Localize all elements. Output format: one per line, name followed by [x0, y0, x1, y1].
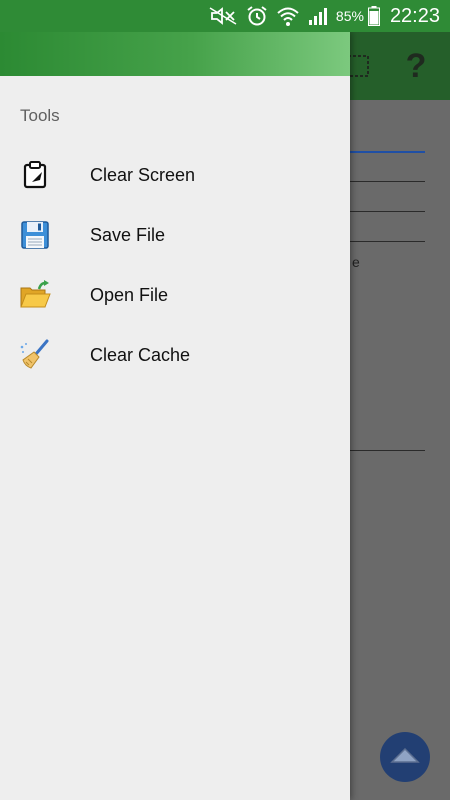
- scroll-up-button[interactable]: [380, 732, 430, 782]
- mute-icon: [208, 6, 238, 26]
- wifi-icon: [276, 5, 300, 27]
- floppy-disk-icon: [18, 218, 52, 252]
- battery-icon: [367, 6, 380, 26]
- partial-text: e: [352, 254, 360, 270]
- menu-item-clear-cache[interactable]: Clear Cache: [0, 325, 350, 385]
- menu-item-open-file[interactable]: Open File: [0, 265, 350, 325]
- menu-item-clear-screen[interactable]: Clear Screen: [0, 145, 350, 205]
- help-button[interactable]: ?: [398, 47, 434, 85]
- status-bar: 85% 22:23: [0, 0, 450, 32]
- navigation-drawer: Tools Clear Screen Save File Open File C…: [0, 32, 350, 800]
- divider: [350, 151, 425, 153]
- clipboard-icon: [18, 158, 52, 192]
- divider: [350, 450, 425, 451]
- divider: [350, 181, 425, 182]
- chevron-up-icon: [390, 746, 420, 769]
- menu-item-label: Save File: [90, 224, 166, 245]
- menu-item-save-file[interactable]: Save File: [0, 205, 350, 265]
- menu-item-label: Clear Cache: [90, 344, 191, 365]
- menu-item-label: Clear Screen: [90, 164, 196, 185]
- open-folder-icon: [18, 278, 52, 312]
- clock-time: 22:23: [389, 4, 440, 27]
- signal-icon: [308, 6, 330, 26]
- alarm-icon: [246, 5, 268, 27]
- section-title-tools: Tools: [20, 106, 60, 125]
- battery-percent: 85%: [335, 8, 364, 24]
- divider: [350, 241, 425, 242]
- drawer-header: [0, 32, 350, 76]
- divider: [350, 211, 425, 212]
- menu-item-label: Open File: [90, 284, 169, 305]
- broom-icon: [18, 338, 52, 372]
